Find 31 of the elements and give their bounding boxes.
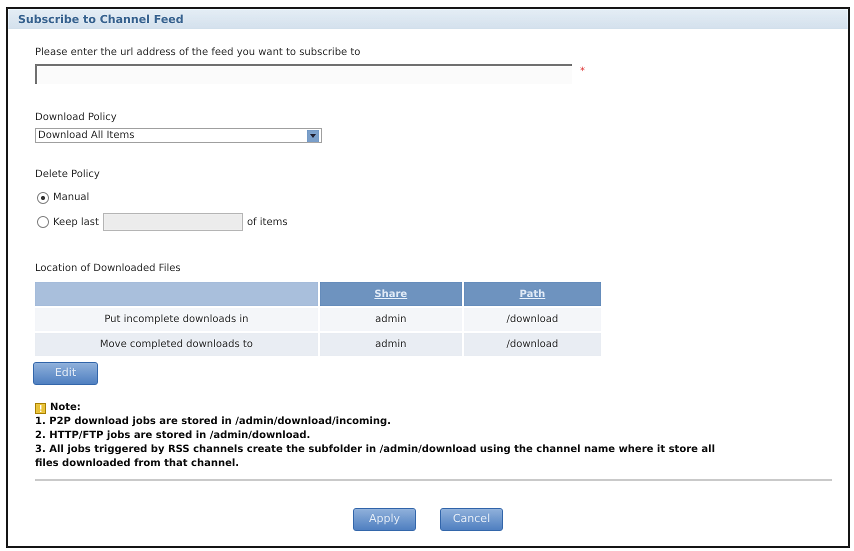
note-title: Note: (50, 401, 81, 415)
caret-icon (310, 134, 316, 138)
count-field[interactable] (102, 213, 243, 231)
option-label: Keep last (53, 216, 99, 230)
column-header[interactable]: Path (464, 282, 601, 306)
table-cell: admin (320, 308, 462, 331)
option-label: Manual (53, 191, 90, 205)
radio-button[interactable] (37, 192, 49, 204)
note-text: 3. All jobs triggered by RSS channels create the subfolder in /admin/download using the channel name where it store all files downloaded from that channel. (35, 443, 716, 471)
note-icon (35, 402, 46, 414)
table-cell: /download (464, 333, 601, 356)
radio-button[interactable] (37, 216, 49, 228)
policy-dropdown[interactable]: Download All Items (35, 128, 322, 143)
section-label: Location of Downloaded Files (35, 262, 182, 276)
url-field[interactable] (35, 64, 572, 84)
cancel-button[interactable]: Cancel (440, 508, 503, 531)
table-cell: /download (464, 308, 601, 331)
panel-header: Subscribe to Channel Feed (8, 9, 848, 29)
field-label: Download Policy (35, 111, 118, 125)
table-cell: admin (320, 333, 462, 356)
table-cell: Put incomplete downloads in (35, 308, 318, 331)
field-label: Please enter the url address of the feed you want to subscribe to (35, 46, 362, 60)
table-cell: Move completed downloads to (35, 333, 318, 356)
required-mark: * (580, 65, 585, 79)
apply-button[interactable]: Apply (353, 508, 416, 531)
option-label: of items (246, 216, 288, 230)
column-header[interactable]: Share (320, 282, 462, 306)
note-text: 1. P2P download jobs are stored in /admin/download/incoming. (35, 415, 392, 429)
field-label: Delete Policy (35, 168, 101, 182)
note-text: 2. HTTP/FTP jobs are stored in /admin/download. (35, 429, 312, 443)
edit-button[interactable]: Edit (33, 362, 98, 385)
